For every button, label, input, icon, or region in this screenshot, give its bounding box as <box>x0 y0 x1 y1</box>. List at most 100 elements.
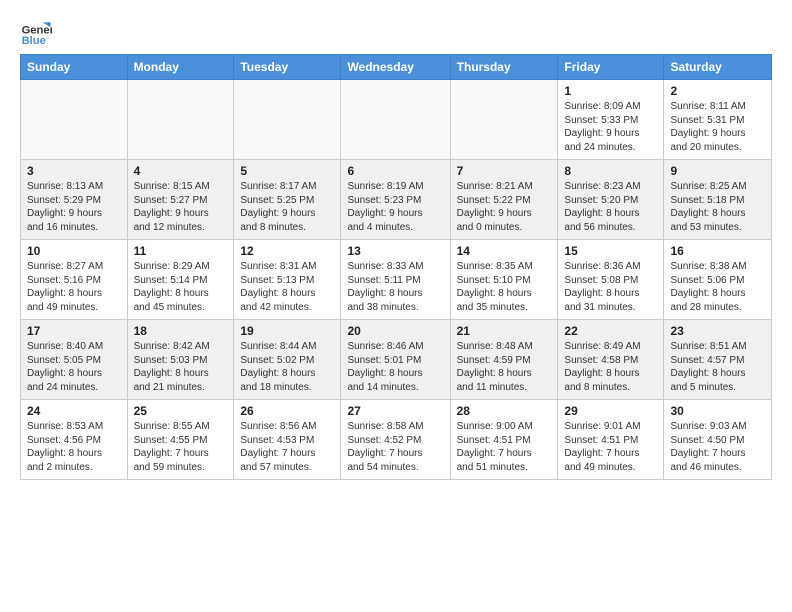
day-info: Sunrise: 9:00 AM Sunset: 4:51 PM Dayligh… <box>457 420 552 474</box>
day-number: 6 <box>347 164 443 178</box>
day-info: Sunrise: 8:21 AM Sunset: 5:22 PM Dayligh… <box>457 180 552 234</box>
page: General Blue SundayMondayTuesdayWednesda… <box>0 0 792 490</box>
calendar-cell: 9 Sunrise: 8:25 AM Sunset: 5:18 PM Daylig… <box>664 160 772 240</box>
day-info: Sunrise: 8:56 AM Sunset: 4:53 PM Dayligh… <box>240 420 334 474</box>
calendar-cell: 22 Sunrise: 8:49 AM Sunset: 4:58 PM Dayli… <box>558 320 664 400</box>
header: General Blue <box>20 16 772 48</box>
day-info: Sunrise: 8:13 AM Sunset: 5:29 PM Dayligh… <box>27 180 121 234</box>
day-number: 4 <box>134 164 228 178</box>
day-number: 20 <box>347 324 443 338</box>
calendar-day-header: Saturday <box>664 55 772 80</box>
day-info: Sunrise: 8:33 AM Sunset: 5:11 PM Dayligh… <box>347 260 443 314</box>
day-info: Sunrise: 8:19 AM Sunset: 5:23 PM Dayligh… <box>347 180 443 234</box>
calendar-cell: 23Sunrise: 8:51 AM Sunset: 4:57 PM Dayli… <box>664 320 772 400</box>
calendar-cell: 2 Sunrise: 8:11 AM Sunset: 5:31 PM Daylig… <box>664 80 772 160</box>
day-info: Sunrise: 8:49 AM Sunset: 4:58 PM Dayligh… <box>564 340 657 394</box>
day-number: 19 <box>240 324 334 338</box>
calendar-cell: 10Sunrise: 8:27 AM Sunset: 5:16 PM Dayli… <box>21 240 128 320</box>
day-number: 15 <box>564 244 657 258</box>
calendar-header-row: SundayMondayTuesdayWednesdayThursdayFrid… <box>21 55 772 80</box>
calendar-day-header: Tuesday <box>234 55 341 80</box>
calendar-cell: 21 Sunrise: 8:48 AM Sunset: 4:59 PM Dayli… <box>450 320 558 400</box>
day-info: Sunrise: 8:31 AM Sunset: 5:13 PM Dayligh… <box>240 260 334 314</box>
calendar-cell: 17 Sunrise: 8:40 AM Sunset: 5:05 PM Dayli… <box>21 320 128 400</box>
day-number: 16 <box>670 244 765 258</box>
calendar-week-row: 24Sunrise: 8:53 AM Sunset: 4:56 PM Dayli… <box>21 400 772 480</box>
day-number: 26 <box>240 404 334 418</box>
calendar-day-header: Wednesday <box>341 55 450 80</box>
day-info: Sunrise: 8:51 AM Sunset: 4:57 PM Dayligh… <box>670 340 765 394</box>
day-number: 3 <box>27 164 121 178</box>
day-number: 5 <box>240 164 334 178</box>
calendar-cell <box>21 80 128 160</box>
day-number: 7 <box>457 164 552 178</box>
day-number: 2 <box>670 84 765 98</box>
day-info: Sunrise: 8:11 AM Sunset: 5:31 PM Dayligh… <box>670 100 765 154</box>
day-info: Sunrise: 8:55 AM Sunset: 4:55 PM Dayligh… <box>134 420 228 474</box>
logo: General Blue <box>20 16 56 48</box>
calendar-cell: 19 Sunrise: 8:44 AM Sunset: 5:02 PM Dayli… <box>234 320 341 400</box>
day-number: 30 <box>670 404 765 418</box>
day-number: 27 <box>347 404 443 418</box>
calendar-cell: 11 Sunrise: 8:29 AM Sunset: 5:14 PM Dayli… <box>127 240 234 320</box>
calendar-cell: 1Sunrise: 8:09 AM Sunset: 5:33 PM Daylig… <box>558 80 664 160</box>
day-number: 10 <box>27 244 121 258</box>
day-info: Sunrise: 8:42 AM Sunset: 5:03 PM Dayligh… <box>134 340 228 394</box>
calendar-week-row: 10Sunrise: 8:27 AM Sunset: 5:16 PM Dayli… <box>21 240 772 320</box>
calendar-cell: 8 Sunrise: 8:23 AM Sunset: 5:20 PM Daylig… <box>558 160 664 240</box>
day-info: Sunrise: 8:40 AM Sunset: 5:05 PM Dayligh… <box>27 340 121 394</box>
calendar-day-header: Sunday <box>21 55 128 80</box>
calendar-cell <box>234 80 341 160</box>
day-info: Sunrise: 8:15 AM Sunset: 5:27 PM Dayligh… <box>134 180 228 234</box>
calendar-cell: 16Sunrise: 8:38 AM Sunset: 5:06 PM Dayli… <box>664 240 772 320</box>
day-number: 9 <box>670 164 765 178</box>
day-info: Sunrise: 8:23 AM Sunset: 5:20 PM Dayligh… <box>564 180 657 234</box>
calendar-cell: 12Sunrise: 8:31 AM Sunset: 5:13 PM Dayli… <box>234 240 341 320</box>
day-info: Sunrise: 8:48 AM Sunset: 4:59 PM Dayligh… <box>457 340 552 394</box>
svg-text:Blue: Blue <box>22 35 46 47</box>
day-info: Sunrise: 8:29 AM Sunset: 5:14 PM Dayligh… <box>134 260 228 314</box>
calendar-cell <box>127 80 234 160</box>
day-info: Sunrise: 8:44 AM Sunset: 5:02 PM Dayligh… <box>240 340 334 394</box>
calendar-cell: 5 Sunrise: 8:17 AM Sunset: 5:25 PM Daylig… <box>234 160 341 240</box>
calendar-week-row: 17 Sunrise: 8:40 AM Sunset: 5:05 PM Dayli… <box>21 320 772 400</box>
calendar-table: SundayMondayTuesdayWednesdayThursdayFrid… <box>20 54 772 480</box>
calendar-day-header: Friday <box>558 55 664 80</box>
day-info: Sunrise: 8:25 AM Sunset: 5:18 PM Dayligh… <box>670 180 765 234</box>
day-number: 25 <box>134 404 228 418</box>
calendar-cell: 4 Sunrise: 8:15 AM Sunset: 5:27 PM Daylig… <box>127 160 234 240</box>
calendar-cell: 25 Sunrise: 8:55 AM Sunset: 4:55 PM Dayli… <box>127 400 234 480</box>
logo-icon: General Blue <box>20 16 52 48</box>
calendar-cell: 29 Sunrise: 9:01 AM Sunset: 4:51 PM Dayli… <box>558 400 664 480</box>
calendar-cell: 24Sunrise: 8:53 AM Sunset: 4:56 PM Dayli… <box>21 400 128 480</box>
day-number: 14 <box>457 244 552 258</box>
day-number: 13 <box>347 244 443 258</box>
calendar-week-row: 1Sunrise: 8:09 AM Sunset: 5:33 PM Daylig… <box>21 80 772 160</box>
calendar-day-header: Thursday <box>450 55 558 80</box>
calendar-cell: 27Sunrise: 8:58 AM Sunset: 4:52 PM Dayli… <box>341 400 450 480</box>
calendar-cell <box>341 80 450 160</box>
calendar-cell: 7 Sunrise: 8:21 AM Sunset: 5:22 PM Daylig… <box>450 160 558 240</box>
day-info: Sunrise: 8:36 AM Sunset: 5:08 PM Dayligh… <box>564 260 657 314</box>
day-number: 29 <box>564 404 657 418</box>
calendar-cell: 13 Sunrise: 8:33 AM Sunset: 5:11 PM Dayli… <box>341 240 450 320</box>
calendar-cell: 26 Sunrise: 8:56 AM Sunset: 4:53 PM Dayli… <box>234 400 341 480</box>
day-number: 8 <box>564 164 657 178</box>
calendar-cell: 28 Sunrise: 9:00 AM Sunset: 4:51 PM Dayli… <box>450 400 558 480</box>
day-number: 21 <box>457 324 552 338</box>
day-info: Sunrise: 9:03 AM Sunset: 4:50 PM Dayligh… <box>670 420 765 474</box>
day-number: 17 <box>27 324 121 338</box>
day-number: 11 <box>134 244 228 258</box>
day-info: Sunrise: 8:17 AM Sunset: 5:25 PM Dayligh… <box>240 180 334 234</box>
calendar-cell: 18Sunrise: 8:42 AM Sunset: 5:03 PM Dayli… <box>127 320 234 400</box>
day-info: Sunrise: 9:01 AM Sunset: 4:51 PM Dayligh… <box>564 420 657 474</box>
calendar-cell: 20 Sunrise: 8:46 AM Sunset: 5:01 PM Dayli… <box>341 320 450 400</box>
day-info: Sunrise: 8:46 AM Sunset: 5:01 PM Dayligh… <box>347 340 443 394</box>
day-number: 28 <box>457 404 552 418</box>
calendar-cell: 3 Sunrise: 8:13 AM Sunset: 5:29 PM Daylig… <box>21 160 128 240</box>
calendar-cell: 14Sunrise: 8:35 AM Sunset: 5:10 PM Dayli… <box>450 240 558 320</box>
day-number: 22 <box>564 324 657 338</box>
calendar-week-row: 3 Sunrise: 8:13 AM Sunset: 5:29 PM Daylig… <box>21 160 772 240</box>
day-number: 1 <box>564 84 657 98</box>
calendar-cell: 15 Sunrise: 8:36 AM Sunset: 5:08 PM Dayli… <box>558 240 664 320</box>
